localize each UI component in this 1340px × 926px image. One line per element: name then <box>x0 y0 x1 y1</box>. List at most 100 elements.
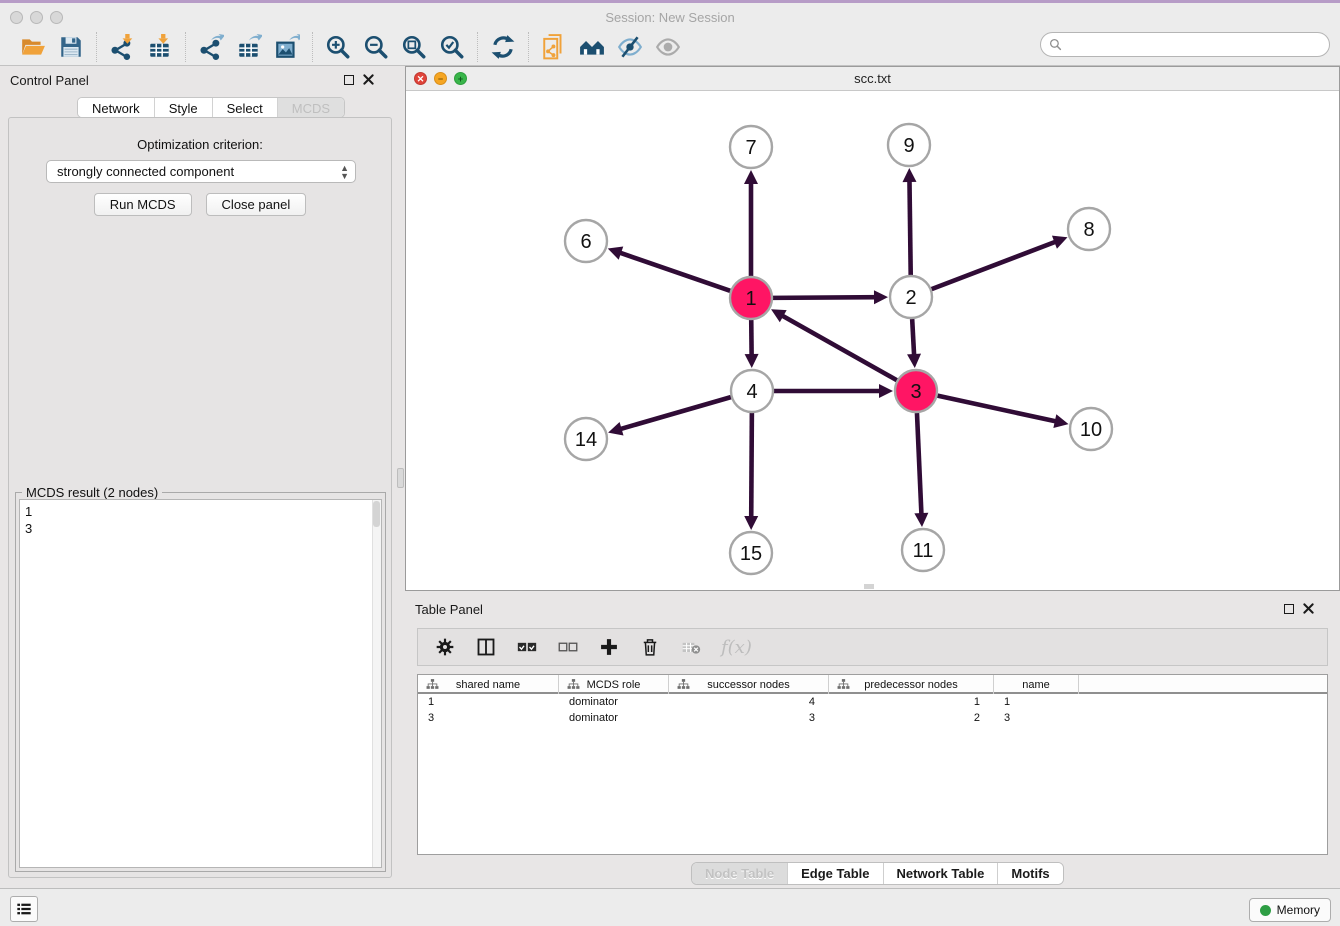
cell[interactable]: 3 <box>418 710 559 726</box>
node-1[interactable]: 1 <box>730 277 772 319</box>
control-panel-tabs: NetworkStyleSelectMCDS <box>77 97 345 118</box>
optimization-criterion-label: Optimization criterion: <box>9 137 391 152</box>
edge-1-6[interactable] <box>618 252 730 291</box>
table-float-icon[interactable] <box>1284 604 1294 614</box>
edge-4-15[interactable] <box>751 413 752 519</box>
refresh-layout-icon[interactable] <box>488 32 518 62</box>
eye-slash-icon[interactable] <box>615 32 645 62</box>
cell[interactable]: 3 <box>994 710 1079 726</box>
trash-icon[interactable] <box>639 636 661 658</box>
table-toolbar: f(x) <box>417 628 1328 666</box>
save-icon[interactable] <box>56 32 86 62</box>
control-panel-body: Optimization criterion: strongly connect… <box>8 117 392 878</box>
arrowhead-3-11 <box>914 513 928 527</box>
node-14[interactable]: 14 <box>565 418 607 460</box>
cell[interactable]: 1 <box>418 694 559 710</box>
edge-3-11[interactable] <box>917 413 922 516</box>
zoom-out-icon[interactable] <box>361 32 391 62</box>
cell[interactable]: 3 <box>669 710 829 726</box>
select-all-checkboxes-icon[interactable] <box>516 636 538 658</box>
node-8[interactable]: 8 <box>1068 208 1110 250</box>
close-panel-icon[interactable] <box>363 74 374 85</box>
network-graph[interactable]: 7 9 6 8 1 2 4 3 14 10 15 11 <box>406 91 1339 590</box>
network-bottom-grip[interactable] <box>864 584 874 589</box>
column-header-MCDS-role[interactable]: MCDS role <box>559 675 669 694</box>
node-15[interactable]: 15 <box>730 532 772 574</box>
node-3[interactable]: 3 <box>895 370 937 412</box>
cell[interactable]: 4 <box>669 694 829 710</box>
table-row[interactable]: 1dominator411 <box>418 694 1327 710</box>
tab-node-table[interactable]: Node Table <box>692 863 788 884</box>
svg-text:10: 10 <box>1080 419 1102 441</box>
tab-network[interactable]: Network <box>78 98 155 118</box>
cell[interactable]: 2 <box>829 710 994 726</box>
tab-mcds[interactable]: MCDS <box>278 98 344 118</box>
tab-select[interactable]: Select <box>213 98 278 118</box>
search-input[interactable] <box>1062 36 1329 54</box>
add-column-icon[interactable] <box>598 636 620 658</box>
run-mcds-button[interactable]: Run MCDS <box>94 193 192 216</box>
memory-button[interactable]: Memory <box>1249 898 1331 922</box>
tab-network-table[interactable]: Network Table <box>884 863 999 884</box>
mcds-result-group: MCDS result (2 nodes) 1 3 <box>15 492 386 872</box>
tab-edge-table[interactable]: Edge Table <box>788 863 883 884</box>
export-image-icon[interactable] <box>272 32 302 62</box>
mcds-result-area[interactable]: 1 3 <box>19 499 382 868</box>
cell[interactable]: dominator <box>559 694 669 710</box>
deselect-all-checkboxes-icon[interactable] <box>557 636 579 658</box>
tab-motifs[interactable]: Motifs <box>998 863 1062 884</box>
gear-icon[interactable] <box>434 636 456 658</box>
node-11[interactable]: 11 <box>902 529 944 571</box>
columns-icon[interactable] <box>475 636 497 658</box>
tab-style[interactable]: Style <box>155 98 213 118</box>
edge-2-9[interactable] <box>909 179 910 275</box>
zoom-fit-icon[interactable] <box>399 32 429 62</box>
table-close-icon[interactable] <box>1303 603 1314 614</box>
zoom-selected-icon[interactable] <box>437 32 467 62</box>
arrowhead-2-9 <box>902 168 916 182</box>
node-10[interactable]: 10 <box>1070 408 1112 450</box>
edge-3-10[interactable] <box>937 396 1057 422</box>
import-table-icon[interactable] <box>145 32 175 62</box>
node-9[interactable]: 9 <box>888 124 930 166</box>
clone-document-icon[interactable] <box>539 32 569 62</box>
column-header-successor-nodes[interactable]: successor nodes <box>669 675 829 694</box>
node-7[interactable]: 7 <box>730 126 772 168</box>
edge-2-3[interactable] <box>912 319 914 357</box>
memory-label: Memory <box>1277 903 1320 917</box>
search-field[interactable] <box>1040 32 1330 57</box>
column-header-name[interactable]: name <box>994 675 1079 694</box>
cell[interactable]: dominator <box>559 710 669 726</box>
edge-2-8[interactable] <box>932 241 1058 289</box>
float-panel-icon[interactable] <box>344 75 354 85</box>
houses-icon[interactable] <box>577 32 607 62</box>
import-network-icon[interactable] <box>107 32 137 62</box>
network-window-titlebar[interactable]: ✕ − + scc.txt <box>406 67 1339 91</box>
close-panel-button[interactable]: Close panel <box>206 193 307 216</box>
export-table-icon[interactable] <box>234 32 264 62</box>
export-network-icon[interactable] <box>196 32 226 62</box>
cell[interactable]: 1 <box>829 694 994 710</box>
svg-text:1: 1 <box>745 288 756 310</box>
mcds-result-text: 1 3 <box>20 500 381 540</box>
zoom-in-icon[interactable] <box>323 32 353 62</box>
svg-text:9: 9 <box>903 135 914 157</box>
table-row[interactable]: 3dominator323 <box>418 710 1327 726</box>
folder-open-icon[interactable] <box>18 32 48 62</box>
panel-splitter-grip[interactable] <box>397 468 404 488</box>
criterion-select[interactable]: strongly connected component ▲▼ <box>46 160 356 183</box>
arrowhead-1-7 <box>744 170 758 184</box>
cell[interactable]: 1 <box>994 694 1079 710</box>
node-table-header: shared nameMCDS rolesuccessor nodesprede… <box>418 675 1327 694</box>
edge-4-14[interactable] <box>619 397 731 429</box>
column-header-shared-name[interactable]: shared name <box>418 675 559 694</box>
node-6[interactable]: 6 <box>565 220 607 262</box>
node-2[interactable]: 2 <box>890 276 932 318</box>
task-history-button[interactable] <box>10 896 38 922</box>
column-header-predecessor-nodes[interactable]: predecessor nodes <box>829 675 994 694</box>
edge-3-1[interactable] <box>781 315 897 381</box>
arrowhead-4-14 <box>608 422 623 435</box>
node-4[interactable]: 4 <box>731 370 773 412</box>
result-scrollbar[interactable] <box>372 500 381 867</box>
edge-1-2[interactable] <box>773 297 877 298</box>
